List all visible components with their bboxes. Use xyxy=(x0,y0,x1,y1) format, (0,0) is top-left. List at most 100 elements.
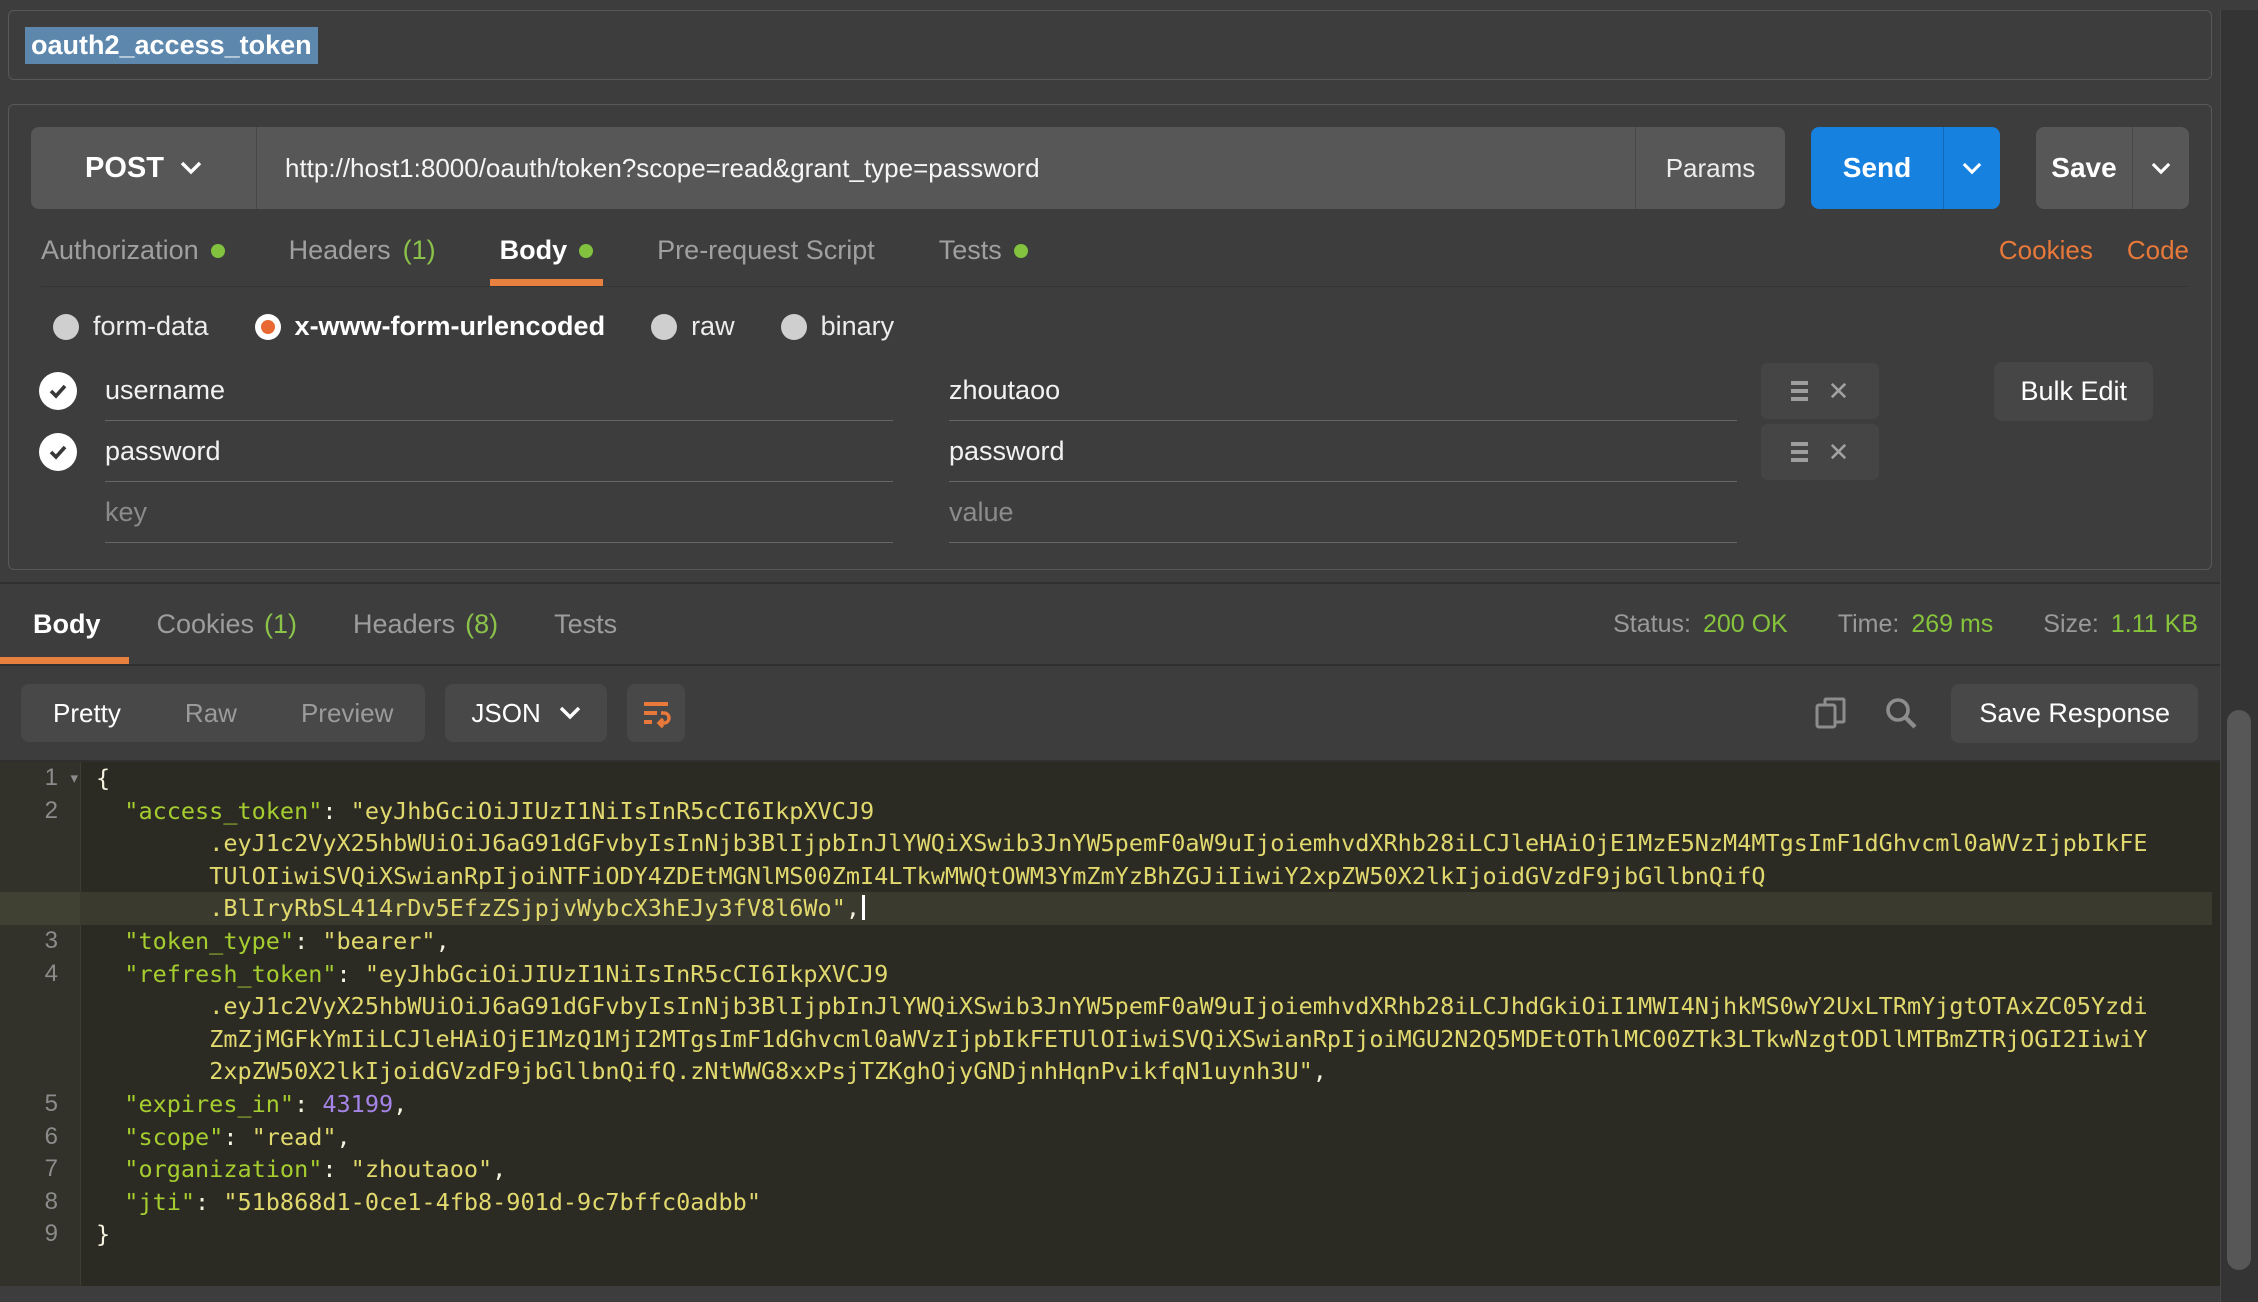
scrollbar-thumb[interactable] xyxy=(2227,710,2251,1270)
window-scrollbar[interactable] xyxy=(2220,10,2258,1302)
token-t: : xyxy=(337,960,365,988)
kv-row-actions: ✕ xyxy=(1761,363,1879,419)
request-tab-tests[interactable]: Tests xyxy=(939,235,1028,286)
request-tab-headers[interactable]: Headers(1) xyxy=(289,235,436,286)
line-content: { xyxy=(80,762,110,795)
radio-icon xyxy=(651,314,677,340)
token-num: 43199 xyxy=(322,1090,393,1118)
token-s: "read" xyxy=(252,1123,337,1151)
tab-label: Tests xyxy=(554,609,617,640)
view-mode-pretty[interactable]: Pretty xyxy=(21,684,153,742)
request-tab-body[interactable]: Body xyxy=(500,235,594,286)
kv-row: password password ✕ xyxy=(39,421,2189,482)
token-t xyxy=(96,1155,124,1183)
meta-status: Status:200 OK xyxy=(1613,610,1788,639)
drag-handle-icon[interactable] xyxy=(1791,381,1808,401)
wrap-text-button[interactable] xyxy=(627,684,685,742)
bulk-edit-button[interactable]: Bulk Edit xyxy=(1994,362,2153,421)
meta-label: Time: xyxy=(1838,610,1900,639)
copy-icon[interactable] xyxy=(1811,693,1851,733)
token-s: TUlOIiwiSVQiXSwianRpIjoiNTFiODY4ZDEtMGNl… xyxy=(209,862,1765,890)
code-line: ZmZjMGFkYmIiLCJleHAiOjE1MzQ1MjI2MTgsImF1… xyxy=(0,1023,2212,1056)
token-s: "eyJhbGciOiJIUzI1NiIsInR5cCI6IkpXVCJ9 xyxy=(351,797,874,825)
drag-handle-icon[interactable] xyxy=(1791,442,1808,462)
cookies-link[interactable]: Cookies xyxy=(1999,235,2093,266)
token-s: .eyJ1c2VyX25hbWUiOiJ6aG91dGFvbyIsInNjb3B… xyxy=(209,992,2147,1020)
token-s: "zhoutaoo" xyxy=(351,1155,492,1183)
body-mode-raw[interactable]: raw xyxy=(651,311,735,342)
code-link[interactable]: Code xyxy=(2127,235,2189,266)
checkbox-checked-icon[interactable] xyxy=(39,433,77,471)
method-dropdown[interactable]: POST xyxy=(31,127,256,209)
line-number xyxy=(0,1023,80,1056)
line-content: } xyxy=(80,1218,110,1251)
code-line: 5 "expires_in": 43199, xyxy=(0,1088,2212,1121)
line-content: TUlOIiwiSVQiXSwianRpIjoiNTFiODY4ZDEtMGNl… xyxy=(80,860,1766,893)
request-panel: POST http://host1:8000/oauth/token?scope… xyxy=(8,104,2212,570)
kv-key-input[interactable]: username xyxy=(105,360,893,421)
code-line: 2xpZW50X2lkIjoidGVzdF9jbGllbnQifQ.zNtWWG… xyxy=(0,1055,2212,1088)
line-number xyxy=(0,860,80,893)
kv-key-input[interactable]: key xyxy=(105,482,893,543)
token-t: } xyxy=(96,1220,110,1248)
token-k: "access_token" xyxy=(124,797,322,825)
token-t xyxy=(96,1188,124,1216)
request-title-card: oauth2_access_token xyxy=(8,10,2212,80)
token-t xyxy=(96,992,209,1020)
code-line: 2 "access_token": "eyJhbGciOiJIUzI1NiIsI… xyxy=(0,795,2212,828)
request-tab-authorization[interactable]: Authorization xyxy=(41,235,225,286)
url-input[interactable]: http://host1:8000/oauth/token?scope=read… xyxy=(257,127,1635,209)
response-tab-tests[interactable]: Tests xyxy=(526,584,645,664)
response-actions: Save Response xyxy=(1811,684,2198,743)
response-toolbar: PrettyRawPreview JSON xyxy=(0,666,2258,762)
token-k: "organization" xyxy=(124,1155,322,1183)
request-bar: POST http://host1:8000/oauth/token?scope… xyxy=(31,127,2189,209)
kv-key-input[interactable]: password xyxy=(105,421,893,482)
delete-row-icon[interactable]: ✕ xyxy=(1828,378,1850,404)
line-content: "expires_in": 43199, xyxy=(80,1088,407,1121)
checkbox-checked-icon[interactable] xyxy=(39,372,77,410)
search-icon[interactable] xyxy=(1881,693,1921,733)
green-dot-icon xyxy=(1014,244,1028,258)
body-mode-form-data[interactable]: form-data xyxy=(53,311,209,342)
code-line: .BlIryRbSL414rDv5EfzZSjpjvWybcX3hEJy3fV8… xyxy=(0,892,2212,925)
save-button[interactable]: Save xyxy=(2036,127,2132,209)
token-t: { xyxy=(96,764,110,792)
send-options-button[interactable] xyxy=(1944,127,2000,209)
save-options-button[interactable] xyxy=(2133,127,2189,209)
token-t xyxy=(96,1025,209,1053)
request-tabs: Authorization Headers(1) Body Pre-request S… xyxy=(41,235,1028,286)
params-button[interactable]: Params xyxy=(1635,127,1785,209)
body-mode-label: binary xyxy=(821,311,895,342)
body-mode-binary[interactable]: binary xyxy=(781,311,895,342)
meta-value: 1.11 KB xyxy=(2111,610,2198,639)
kv-value-input[interactable]: password xyxy=(949,421,1737,482)
response-body-code[interactable]: 1▾{2 "access_token": "eyJhbGciOiJIUzI1Ni… xyxy=(0,762,2258,1286)
line-number: 2 xyxy=(0,795,80,828)
request-tab-pre-request-script[interactable]: Pre-request Script xyxy=(657,235,875,286)
kv-value-input[interactable]: zhoutaoo xyxy=(949,360,1737,421)
url-group: POST http://host1:8000/oauth/token?scope… xyxy=(31,127,1785,209)
tab-count: (1) xyxy=(403,235,436,266)
view-mode-preview[interactable]: Preview xyxy=(269,684,425,742)
tab-label: Pre-request Script xyxy=(657,235,875,266)
body-mode-label: form-data xyxy=(93,311,209,342)
tab-count: (8) xyxy=(465,609,498,640)
request-title[interactable]: oauth2_access_token xyxy=(25,27,318,64)
line-number xyxy=(0,990,80,1023)
send-button[interactable]: Send xyxy=(1811,127,1943,209)
fold-caret-icon[interactable]: ▾ xyxy=(70,763,78,796)
line-number: 8 xyxy=(0,1186,80,1219)
save-response-button[interactable]: Save Response xyxy=(1951,684,2198,743)
kv-editor: username zhoutaoo ✕ password password ✕ keyval… xyxy=(39,360,2189,543)
format-dropdown[interactable]: JSON xyxy=(445,684,606,742)
view-mode-raw[interactable]: Raw xyxy=(153,684,269,742)
response-tab-cookies[interactable]: Cookies(1) xyxy=(129,584,326,664)
delete-row-icon[interactable]: ✕ xyxy=(1828,439,1850,465)
response-tab-headers[interactable]: Headers(8) xyxy=(325,584,526,664)
tab-label: Body xyxy=(500,235,568,266)
chevron-down-icon xyxy=(180,161,202,175)
response-tab-body[interactable]: Body xyxy=(0,584,129,664)
body-mode-x-www-form-urlencoded[interactable]: x-www-form-urlencoded xyxy=(255,311,606,342)
kv-value-input[interactable]: value xyxy=(949,482,1737,543)
